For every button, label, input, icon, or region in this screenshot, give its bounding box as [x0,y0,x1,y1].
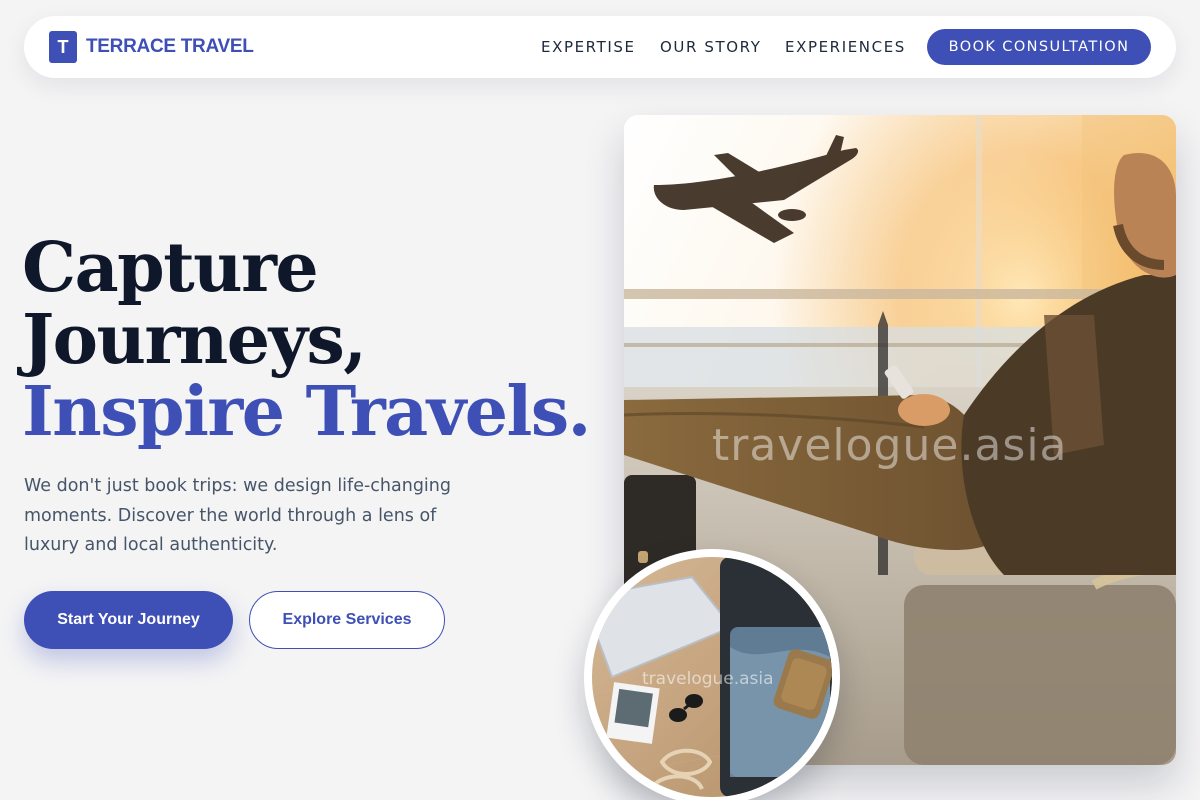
book-consultation-button[interactable]: BOOK CONSULTATION [927,29,1151,65]
headline-line-3-accent: Inspire Travels. [22,372,591,452]
packed-suitcase-photo-frame: travelogue.asia [592,557,832,797]
explore-services-button[interactable]: Explore Services [249,591,445,649]
main-image-watermark: travelogue.asia [712,420,1068,471]
start-journey-button[interactable]: Start Your Journey [24,591,233,649]
packed-suitcase-photo: travelogue.asia [584,549,840,800]
headline-line-1: Capture [22,228,319,308]
hero-description: We don't just book trips: we design life… [24,476,451,555]
nav-link-experiences[interactable]: EXPERIENCES [785,38,906,56]
brand-logo[interactable]: T TERRACE TRAVEL [49,31,254,63]
circle-image-watermark: travelogue.asia [642,669,774,689]
brand-mark-icon: T [49,31,77,63]
nav-link-our-story[interactable]: OUR STORY [660,38,762,56]
hero-headline: Capture Journeys, Inspire Travels. [22,228,591,452]
top-navigation: T TERRACE TRAVEL EXPERTISE OUR STORY EXP… [24,16,1176,78]
brand-name: TERRACE TRAVEL [86,36,254,57]
headline-line-2: Journeys, [22,300,367,380]
nav-link-expertise[interactable]: EXPERTISE [541,38,636,56]
